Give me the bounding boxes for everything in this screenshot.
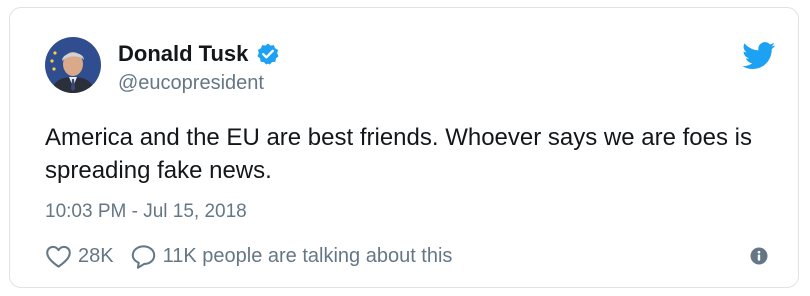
tweet-timestamp[interactable]: 10:03 PM - Jul 15, 2018 bbox=[45, 201, 247, 223]
twitter-bird-icon[interactable] bbox=[742, 42, 776, 70]
info-icon[interactable] bbox=[750, 247, 768, 265]
conversation-link[interactable]: 11K people are talking about this bbox=[163, 245, 453, 268]
speech-bubble-icon[interactable] bbox=[130, 243, 157, 270]
heart-icon[interactable] bbox=[45, 243, 72, 270]
avatar[interactable] bbox=[45, 37, 101, 93]
tweet-text: America and the EU are best friends. Who… bbox=[45, 124, 752, 184]
tweet-actions: 28K 11K people are talking about this bbox=[45, 242, 452, 270]
avatar-photo bbox=[45, 37, 101, 93]
author-name-row[interactable]: Donald Tusk bbox=[118, 40, 280, 68]
like-count[interactable]: 28K bbox=[78, 245, 114, 268]
tweet-card[interactable]: Donald Tusk @eucopresident America and t… bbox=[9, 7, 799, 288]
author-display-name[interactable]: Donald Tusk bbox=[118, 41, 248, 67]
author-handle[interactable]: @eucopresident bbox=[118, 72, 264, 95]
verified-badge-icon bbox=[256, 42, 280, 66]
